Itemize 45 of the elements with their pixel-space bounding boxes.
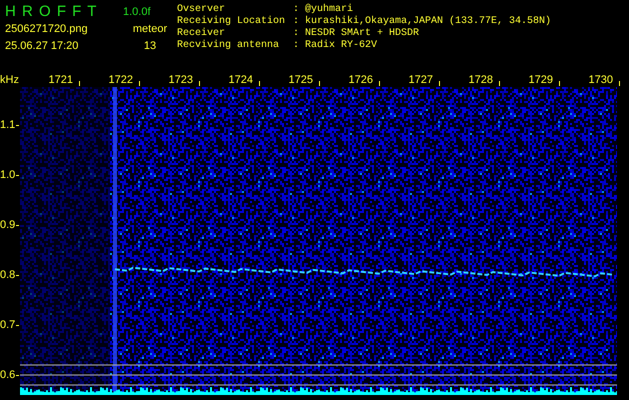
unit-label: kHz [0,73,20,87]
app-title: H R O F F T [5,3,98,20]
version-label: 1.0.0f [123,6,152,18]
info-value: NESDR SMArt + HDSDR [305,28,420,40]
time-tick-label: 1725 [288,73,313,87]
freq-tick-label: 0.8 [0,269,16,281]
info-label: Receiving Location [177,16,286,28]
tick-mark [79,81,80,86]
mode-label: meteor [132,22,168,34]
time-tick-label: 1729 [528,73,553,87]
tick-mark [439,81,440,86]
freq-tick-label: 1.1 [0,119,16,131]
tick-mark [319,81,320,86]
datetime-label: 25.06.27 17:20 [5,40,80,52]
time-tick-label: 1722 [108,73,133,87]
time-tick-label: 1727 [408,73,433,87]
time-tick-label: 1726 [348,73,373,87]
count-label: 13 [142,40,158,52]
time-tick-label: 1730 [588,73,613,87]
tick-mark [139,81,140,86]
tick-mark [499,81,500,86]
filename-label: 2506271720.png [5,22,89,34]
colon-separator: : [293,16,300,28]
colon-separator: : [293,40,300,52]
freq-tick-label: 0.9 [0,219,16,231]
time-tick-label: 1728 [468,73,493,87]
info-value: Radix RY-62V [305,40,378,52]
time-tick-label: 1721 [48,73,73,87]
info-value: kurashiki,Okayama,JAPAN (133.77E, 34.58N) [305,16,552,28]
tick-mark [619,81,620,86]
freq-tick-label: 1.0 [0,169,16,181]
tick-mark [379,81,380,86]
freq-tick-label: 0.6 [0,369,16,381]
info-label: Receiver [177,28,226,40]
colon-separator: : [293,4,300,16]
colon-separator: : [293,28,300,40]
time-tick-label: 1723 [168,73,193,87]
tick-mark [559,81,560,86]
tick-mark [199,81,200,86]
info-label: Ovserver [177,4,226,16]
info-label: Recviving antenna [177,40,280,52]
info-value: @yuhmari [305,4,354,16]
tick-mark [259,81,260,86]
time-tick-label: 1724 [228,73,253,87]
freq-tick-label: 0.7 [0,319,16,331]
